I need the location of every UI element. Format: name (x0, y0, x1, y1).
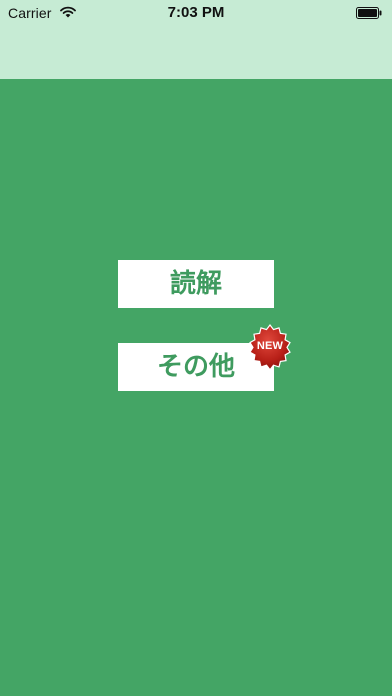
battery-icon (356, 7, 382, 19)
status-bar: Carrier 7:03 PM (0, 0, 392, 26)
new-badge: NEW (246, 323, 294, 371)
header-bar: Carrier 7:03 PM (0, 0, 392, 79)
new-badge-label: NEW (256, 340, 284, 352)
reading-button[interactable]: 読解 (118, 260, 274, 308)
status-time: 7:03 PM (167, 4, 225, 21)
